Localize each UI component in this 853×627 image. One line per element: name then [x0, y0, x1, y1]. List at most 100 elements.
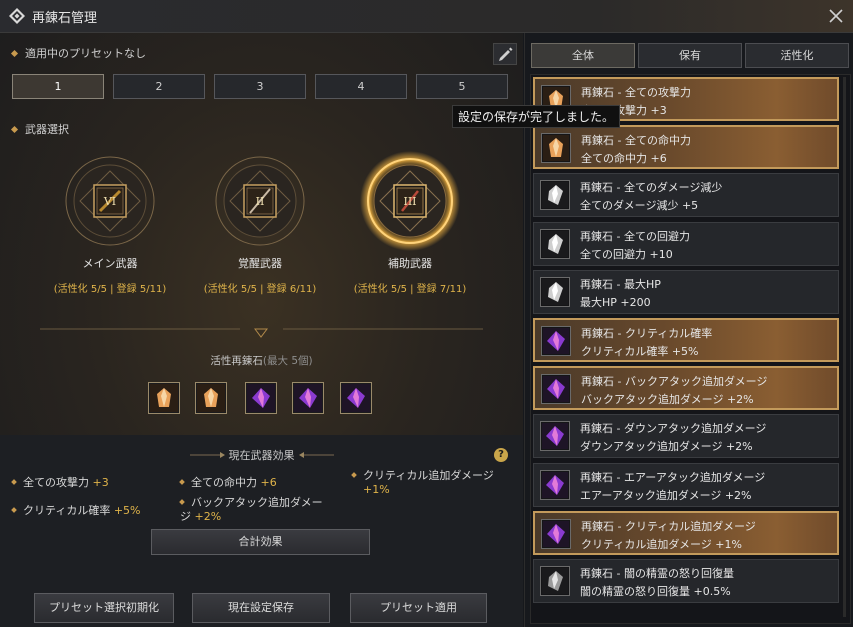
stone-list-item[interactable]: 再錬石 - 闇の精霊の怒り回復量 闇の精霊の怒り回復量 +0.5%	[533, 559, 839, 603]
bullet-icon	[10, 49, 19, 57]
weapon-main-name: メイン武器	[82, 257, 138, 270]
stone-name: 再錬石 - 全てのダメージ減少	[580, 181, 723, 195]
stone-name: 再錬石 - 全ての命中力	[581, 134, 691, 148]
active-stone-slot-4[interactable]	[292, 382, 324, 414]
sub-weapon-emblem-icon: III	[360, 151, 460, 251]
bullet-icon	[11, 479, 17, 485]
stone-icon-frame	[541, 326, 571, 356]
bullet-icon	[351, 472, 357, 478]
stone-effect: バックアタック追加ダメージ +2%	[581, 393, 754, 407]
stone-effect: クリティカル追加ダメージ +1%	[581, 537, 742, 551]
stone-icon-frame	[541, 518, 571, 549]
svg-text:III: III	[403, 195, 416, 208]
purple-crystal-icon	[543, 520, 569, 547]
orange-crystal-icon	[150, 384, 178, 412]
stone-list-item[interactable]: 再錬石 - クリティカル確率 クリティカル確率 +5%	[533, 318, 839, 362]
stone-name: 再錬石 - バックアタック追加ダメージ	[581, 375, 768, 389]
apply-preset-button[interactable]: プリセット適用	[350, 593, 487, 623]
effect-value: +6	[260, 476, 277, 489]
stone-name: 再錬石 - クリティカル確率	[581, 327, 713, 340]
active-stone-slot-5[interactable]	[340, 382, 372, 414]
purple-crystal-icon	[294, 384, 322, 412]
scrollbar[interactable]	[843, 77, 846, 617]
effects-title-right-ornament	[299, 452, 334, 458]
stone-name: 再錬石 - 全ての攻撃力	[581, 86, 691, 99]
active-stone-slot-3[interactable]	[245, 382, 277, 414]
purple-crystal-icon	[542, 423, 568, 450]
effect-item-3: クリティカル追加ダメージ +1%	[351, 469, 494, 497]
weapon-section-label: 武器選択	[10, 121, 69, 137]
active-stone-slot-2[interactable]	[195, 382, 227, 414]
effect-item-4: クリティカル確率 +5%	[11, 504, 141, 518]
tab-all[interactable]: 全体	[531, 43, 635, 68]
effect-value: +5%	[113, 504, 141, 517]
white-crystal-icon	[542, 278, 568, 305]
preset-tab-2[interactable]: 2	[113, 74, 205, 99]
save-current-button[interactable]: 現在設定保存	[192, 593, 330, 623]
help-icon[interactable]: ?	[494, 448, 508, 462]
weapon-main[interactable]: VI メイン武器 (活性化 5/5 | 登録 5/11)	[50, 151, 170, 311]
active-stone-slot-1[interactable]	[148, 382, 180, 414]
bullet-icon	[179, 479, 185, 485]
stone-name: 再錬石 - 最大HP	[580, 277, 661, 291]
effects-title: 現在武器効果	[228, 449, 295, 462]
stone-effect: ダウンアタック追加ダメージ +2%	[580, 440, 753, 454]
effect-label: クリティカル追加ダメージ	[363, 469, 494, 482]
preset-panel: 適用中のプリセットなし 1 2 3 4 5 武器選択 VI メイン武器 (活性化…	[0, 33, 523, 627]
stone-effect: エアーアタック追加ダメージ +2%	[580, 488, 752, 502]
stone-name: 再錬石 - クリティカル追加ダメージ	[581, 519, 756, 533]
stone-list-item[interactable]: 再錬石 - 全てのダメージ減少 全てのダメージ減少 +5	[533, 173, 839, 218]
weapon-main-stat: (活性化 5/5 | 登録 5/11)	[53, 284, 167, 295]
active-stones-title: 活性再錬石(最大 5個)	[0, 353, 523, 368]
weapon-awakening[interactable]: II 覚醒武器 (活性化 5/5 | 登録 6/11)	[200, 151, 320, 311]
effect-label: 全ての命中力	[191, 476, 257, 489]
stone-icon-frame	[541, 133, 571, 164]
effect-value: +3	[92, 476, 109, 489]
stone-name: 再錬石 - 全ての回避力	[580, 229, 690, 243]
active-stones-max-note: (最大 5個)	[262, 355, 313, 367]
purple-crystal-icon	[542, 471, 568, 498]
effect-item-1: 全ての攻撃力 +3	[11, 476, 109, 490]
stone-icon-frame	[541, 374, 571, 405]
stone-icon-frame	[540, 421, 570, 452]
purple-crystal-icon	[543, 376, 569, 403]
stone-effect: 全ての命中力 +6	[581, 152, 667, 166]
preset-tab-3[interactable]: 3	[214, 74, 306, 99]
stone-effect: クリティカル確率 +5%	[581, 345, 699, 358]
purple-crystal-icon	[342, 384, 370, 412]
preset-reset-button[interactable]: プリセット選択初期化	[34, 593, 174, 623]
preset-status-text: 適用中のプリセットなし	[25, 47, 146, 60]
stone-icon-frame	[540, 228, 570, 259]
tab-owned[interactable]: 保有	[638, 43, 742, 68]
preset-tab-1[interactable]: 1	[12, 74, 104, 99]
stone-icon-frame	[540, 276, 570, 307]
orange-crystal-icon	[543, 135, 569, 162]
window-title: 再錬石管理	[32, 11, 98, 26]
total-effect-button[interactable]: 合計効果	[151, 529, 370, 555]
section-divider-ornament	[40, 328, 483, 338]
preset-status: 適用中のプリセットなし	[10, 45, 146, 61]
weapon-sub[interactable]: III 補助武器 (活性化 5/5 | 登録 7/11)	[350, 151, 470, 311]
edit-preset-button[interactable]	[493, 43, 517, 65]
preset-tab-5[interactable]: 5	[416, 74, 508, 99]
tab-activated[interactable]: 活性化	[745, 43, 849, 68]
bullet-icon	[10, 125, 19, 133]
stone-list-item[interactable]: 再錬石 - 最大HP 最大HP +200	[533, 269, 839, 314]
stone-list-item[interactable]: 再錬石 - 全ての命中力 全ての命中力 +6	[533, 125, 839, 170]
stone-effect: 最大HP +200	[580, 295, 651, 309]
active-stones-title-text: 活性再錬石	[210, 355, 263, 367]
orange-crystal-icon	[197, 384, 225, 412]
close-icon[interactable]	[825, 5, 847, 27]
preset-tab-4[interactable]: 4	[315, 74, 407, 99]
stone-list-item[interactable]: 再錬石 - バックアタック追加ダメージ バックアタック追加ダメージ +2%	[533, 366, 839, 411]
stone-list-item[interactable]: 再錬石 - クリティカル追加ダメージ クリティカル追加ダメージ +1%	[533, 510, 839, 555]
effect-value: +1%	[363, 483, 390, 496]
pencil-icon	[499, 47, 513, 61]
save-complete-tooltip: 設定の保存が完了しました。	[452, 105, 621, 128]
stone-list-item[interactable]: 再錬石 - 全ての回避力 全ての回避力 +10	[533, 221, 839, 266]
stone-list-item[interactable]: 再錬石 - エアーアタック追加ダメージ エアーアタック追加ダメージ +2%	[533, 462, 839, 507]
stone-list: 再錬石 - 全ての攻撃力 全ての攻撃力 +3 再錬石 - 全ての命中力 全ての命中力 …	[530, 74, 851, 624]
app-icon	[9, 8, 25, 24]
stone-list-item[interactable]: 再錬石 - ダウンアタック追加ダメージ ダウンアタック追加ダメージ +2%	[533, 414, 839, 459]
bullet-icon	[11, 507, 17, 513]
